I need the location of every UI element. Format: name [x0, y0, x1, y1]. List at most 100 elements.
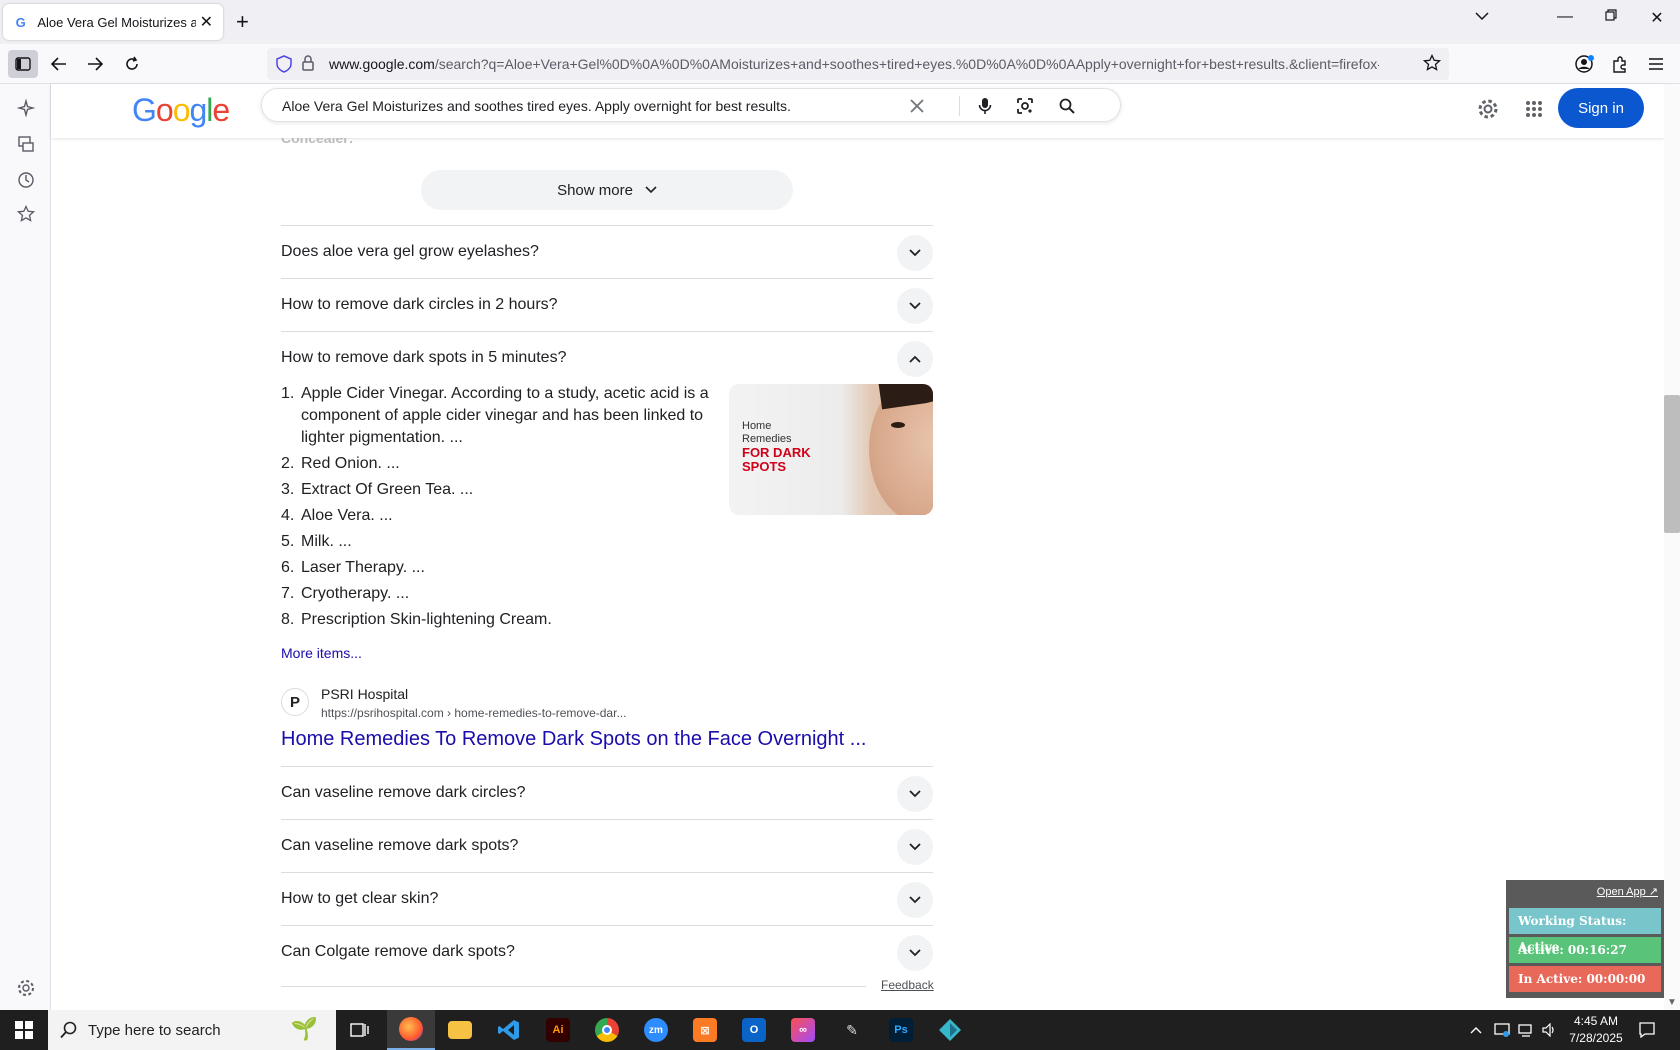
tab-close-icon[interactable]: ✕ — [200, 12, 213, 32]
list-item: 5. Milk. ... — [281, 533, 352, 550]
file-explorer-taskbar-icon[interactable] — [436, 1010, 484, 1050]
url-text[interactable]: www.google.com/search?q=Aloe+Vera+Gel%0D… — [329, 56, 1379, 72]
bookmarks-star-icon[interactable] — [14, 202, 38, 226]
answer-list: 1. Apple Cider Vinegar. According to a st… — [281, 383, 721, 635]
list-item: 7. Cryotherapy. ... — [281, 585, 410, 602]
chevron-down-icon[interactable] — [897, 882, 933, 918]
google-logo[interactable]: Google — [132, 92, 230, 129]
tracking-protection-shield-icon[interactable] — [276, 55, 292, 78]
source-name[interactable]: PSRI Hospital — [321, 686, 408, 702]
forward-button[interactable] — [80, 50, 110, 78]
search-query-text[interactable]: Aloe Vera Gel Moisturizes and soothes ti… — [282, 98, 791, 114]
logo-letter: o — [155, 92, 174, 128]
close-window-button[interactable]: ✕ — [1642, 8, 1672, 28]
restore-button[interactable] — [1596, 8, 1626, 26]
sidebar-settings-gear-icon[interactable] — [14, 976, 38, 1000]
illustrator-taskbar-icon[interactable]: Ai — [534, 1010, 582, 1050]
taskbar-clock[interactable]: 4:45 AM 7/28/2025 — [1555, 1013, 1637, 1047]
chevron-down-icon[interactable] — [897, 829, 933, 865]
logo-letter: e — [212, 92, 230, 128]
result-thumbnail-image[interactable]: Home Remedies FOR DARK SPOTS — [729, 384, 933, 515]
logo-letter: o — [172, 92, 191, 128]
sidebar-toggle-button[interactable] — [8, 50, 38, 78]
faded-text: Concealer: — [281, 138, 354, 146]
firefox-taskbar-icon[interactable] — [387, 1010, 435, 1050]
list-item: 4. Aloe Vera. ... — [281, 507, 393, 524]
faq-item[interactable]: How to get clear skin? — [281, 872, 933, 925]
app-taskbar-icon[interactable] — [926, 1010, 974, 1050]
result-title-link[interactable]: Home Remedies To Remove Dark Spots on th… — [281, 728, 866, 751]
scroll-down-arrow-icon[interactable]: ▼ — [1667, 997, 1677, 1008]
zoom-taskbar-icon[interactable]: zm — [632, 1010, 680, 1050]
pen-tool-taskbar-icon[interactable]: ✎ — [828, 1010, 876, 1050]
psri-favicon-icon[interactable]: P — [281, 688, 309, 716]
taskbar-search-box[interactable]: Type here to search 🌱 — [48, 1010, 336, 1050]
faq-item[interactable]: Does aloe vera gel grow eyelashes? — [281, 225, 933, 278]
feedback-link[interactable]: Feedback — [881, 978, 934, 992]
account-icon[interactable] — [1570, 50, 1600, 78]
faq-item-expanded[interactable]: How to remove dark spots in 5 minutes? — [281, 331, 933, 384]
tab-bar: G Aloe Vera Gel Moisturizes and soothes … — [0, 0, 1680, 44]
network-tray-icon[interactable] — [1518, 1010, 1534, 1050]
faq-item[interactable]: Can vaseline remove dark spots? — [281, 819, 933, 872]
faq-item[interactable]: Can vaseline remove dark circles? — [281, 766, 933, 819]
chevron-up-icon[interactable] — [897, 341, 933, 377]
search-settings-gear-icon[interactable] — [1473, 94, 1503, 124]
clock-time: 4:45 AM — [1573, 1014, 1619, 1028]
chrome-taskbar-icon[interactable] — [583, 1010, 631, 1050]
faq-question: How to remove dark circles in 2 hours? — [281, 296, 558, 313]
google-apps-grid-icon[interactable] — [1519, 94, 1549, 124]
chevron-down-icon[interactable] — [897, 935, 933, 971]
extensions-icon[interactable] — [1605, 50, 1635, 78]
faq-question: Does aloe vera gel grow eyelashes? — [281, 243, 539, 260]
faq-question: How to remove dark spots in 5 minutes? — [281, 349, 567, 366]
outlook-taskbar-icon[interactable]: O — [730, 1010, 778, 1050]
chevron-down-icon[interactable] — [897, 776, 933, 812]
google-lens-icon[interactable] — [1012, 93, 1038, 119]
history-icon[interactable] — [14, 168, 38, 192]
bookmark-star-icon[interactable] — [1422, 53, 1442, 77]
more-items-link[interactable]: More items... — [281, 645, 362, 661]
reload-button[interactable] — [117, 50, 147, 78]
list-all-tabs-icon[interactable] — [1467, 8, 1497, 26]
voice-search-mic-icon[interactable] — [972, 93, 998, 119]
volume-tray-icon[interactable] — [1542, 1010, 1556, 1050]
search-submit-icon[interactable] — [1054, 93, 1080, 119]
notification-center-icon[interactable] — [1638, 1010, 1656, 1050]
chevron-down-icon[interactable] — [897, 235, 933, 271]
sign-in-button[interactable]: Sign in — [1558, 88, 1644, 128]
chevron-down-icon[interactable] — [897, 288, 933, 324]
clear-search-icon[interactable] — [904, 93, 930, 119]
thumb-caption: Home Remedies — [742, 420, 792, 445]
google-header: Google Aloe Vera Gel Moisturizes and soo… — [51, 84, 1664, 138]
menu-icon[interactable] — [1641, 50, 1671, 78]
tab-google-search[interactable]: G Aloe Vera Gel Moisturizes and soothes … — [3, 4, 223, 40]
show-more-button[interactable]: Show more — [421, 170, 793, 210]
search-box[interactable]: Aloe Vera Gel Moisturizes and soothes ti… — [261, 88, 1121, 122]
scrollbar-thumb[interactable] — [1664, 395, 1680, 533]
vscode-taskbar-icon[interactable] — [485, 1010, 533, 1050]
photoshop-taskbar-icon[interactable]: Ps — [877, 1010, 925, 1050]
open-app-link[interactable]: Open App ↗ — [1509, 885, 1661, 905]
creative-cloud-taskbar-icon[interactable]: ∞ — [779, 1010, 827, 1050]
source-url[interactable]: https://psrihospital.com › home-remedies… — [321, 706, 626, 720]
synced-tabs-icon[interactable] — [14, 132, 38, 156]
xampp-taskbar-icon[interactable]: ⊠ — [681, 1010, 729, 1050]
new-tab-button[interactable]: + — [236, 10, 249, 34]
ai-chatbot-icon[interactable] — [14, 96, 38, 120]
back-button[interactable] — [44, 50, 74, 78]
tray-overflow-chevron-icon[interactable] — [1470, 1010, 1482, 1050]
task-view-icon[interactable] — [336, 1010, 384, 1050]
address-bar[interactable]: www.google.com/search?q=Aloe+Vera+Gel%0D… — [267, 48, 1449, 80]
minimize-button[interactable]: — — [1550, 8, 1580, 26]
inactive-time-badge: In Active: 00:00:00 — [1509, 966, 1661, 992]
logo-letter: g — [189, 92, 207, 128]
lock-icon[interactable] — [301, 55, 315, 76]
windows-start-icon[interactable] — [0, 1010, 48, 1050]
faq-item[interactable]: How to remove dark circles in 2 hours? — [281, 278, 933, 331]
faq-item[interactable]: Can Colgate remove dark spots? — [281, 925, 933, 978]
feedback-divider — [281, 986, 866, 987]
working-status-badge: Working Status: Active — [1509, 908, 1661, 954]
security-tray-icon[interactable] — [1494, 1010, 1510, 1050]
vertical-scrollbar[interactable]: ▼ — [1664, 84, 1680, 1010]
